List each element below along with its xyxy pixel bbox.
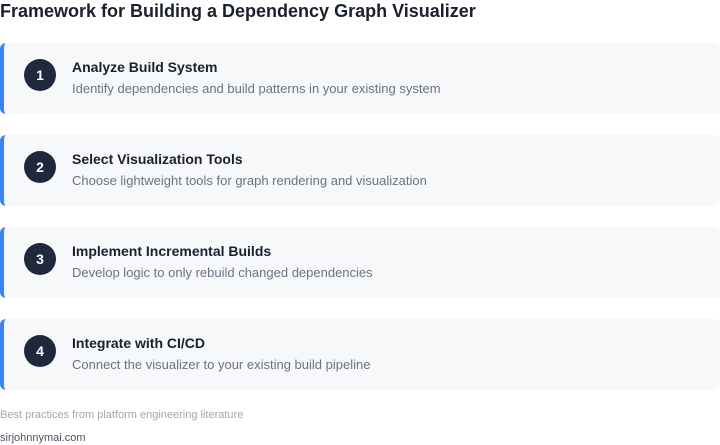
step-card-1: 1 Analyze Build System Identify dependen… [0,43,720,114]
site-credit: sirjohnnymai.com [0,432,86,444]
step-title: Select Visualization Tools [72,151,243,167]
steps-list: 1 Analyze Build System Identify dependen… [0,43,720,411]
step-title: Analyze Build System [72,59,218,75]
step-number-badge: 2 [24,151,56,183]
step-card-4: 4 Integrate with CI/CD Connect the visua… [0,319,720,390]
step-card-3: 3 Implement Incremental Builds Develop l… [0,227,720,298]
step-description: Identify dependencies and build patterns… [72,81,441,96]
step-description: Choose lightweight tools for graph rende… [72,173,427,188]
source-footnote: Best practices from platform engineering… [0,409,244,421]
page-title: Framework for Building a Dependency Grap… [0,1,476,21]
step-title: Implement Incremental Builds [72,243,272,259]
step-number-badge: 3 [24,243,56,275]
step-number-badge: 4 [24,335,56,367]
step-title: Integrate with CI/CD [72,335,206,351]
step-card-2: 2 Select Visualization Tools Choose ligh… [0,135,720,206]
step-number-badge: 1 [24,59,56,91]
step-description: Develop logic to only rebuild changed de… [72,265,373,280]
step-description: Connect the visualizer to your existing … [72,357,371,372]
